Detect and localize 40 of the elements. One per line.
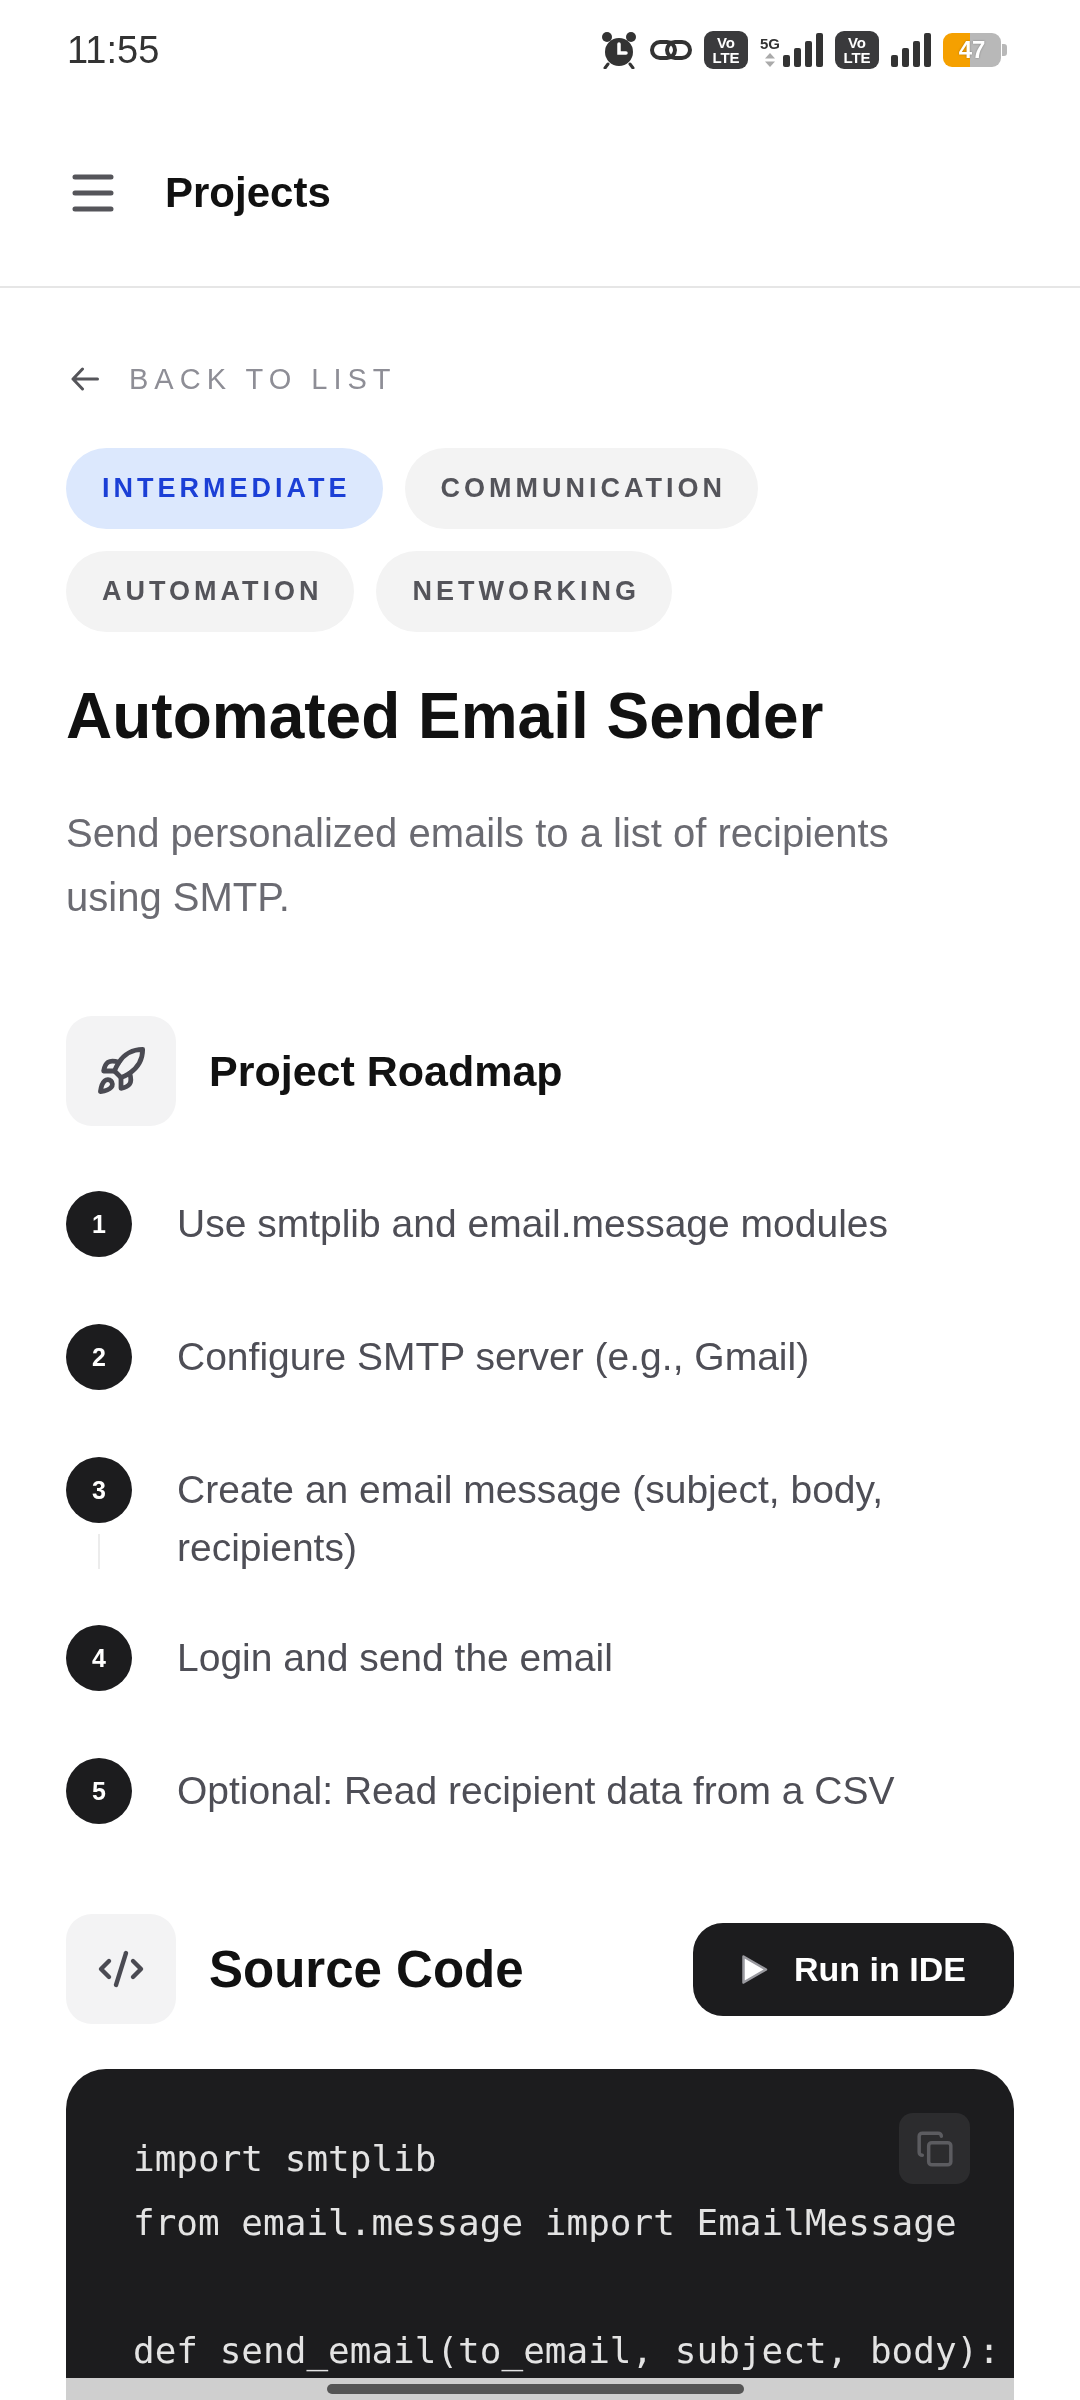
scrollbar-thumb[interactable] xyxy=(327,2384,744,2394)
step-number: 3 xyxy=(66,1457,132,1523)
step-number: 1 xyxy=(66,1191,132,1257)
alarm-clock-icon xyxy=(600,31,638,69)
tag-chip: COMMUNICATION xyxy=(404,448,758,529)
project-description: Send personalized emails to a list of recipients using SMTP. xyxy=(66,810,890,921)
status-time: 11:55 xyxy=(67,31,160,69)
code-line: import smtplib xyxy=(133,2137,437,2181)
step-number: 5 xyxy=(66,1758,132,1824)
project-title: Automated Email Sender xyxy=(66,679,825,754)
step-text: Configure SMTP server (e.g., Gmail) xyxy=(177,1334,810,1380)
code-line: def send_email(to_email, subject, body): xyxy=(133,2329,1000,2374)
run-in-ide-button[interactable]: Run in IDE xyxy=(693,1922,1014,2016)
copy-button[interactable] xyxy=(899,2113,970,2184)
app-bar-title: Projects xyxy=(165,169,331,217)
step-text: Optional: Read recipient data from a CSV xyxy=(177,1768,895,1814)
network-type-label: 5G xyxy=(760,36,780,51)
section-heading: Source Code xyxy=(209,1939,524,1999)
tag-chip: INTERMEDIATE xyxy=(66,448,383,529)
link-icon xyxy=(650,37,692,63)
data-arrows-icon xyxy=(765,53,775,67)
tag-chip: NETWORKING xyxy=(376,551,672,632)
section-heading: Project Roadmap xyxy=(209,1046,563,1096)
signal-icon xyxy=(783,33,823,67)
code-line: from email.message import EmailMessage xyxy=(133,2201,957,2245)
code-icon xyxy=(66,1914,176,2024)
play-icon xyxy=(741,1953,769,1985)
arrow-left-icon xyxy=(71,367,99,391)
step-text: Create an email message (subject, body, recipients) xyxy=(177,1467,884,1571)
step-text: Use smtplib and email.message modules xyxy=(177,1201,888,1247)
volte-indicator: Vo LTE xyxy=(704,31,748,69)
step-number: 2 xyxy=(66,1324,132,1390)
volte-indicator: Vo LTE xyxy=(835,31,879,69)
rocket-icon xyxy=(66,1016,176,1126)
tag-chip: AUTOMATION xyxy=(66,551,355,632)
menu-icon[interactable] xyxy=(72,174,114,212)
signal-icon xyxy=(891,33,931,67)
step-text: Login and send the email xyxy=(177,1635,613,1681)
copy-icon xyxy=(915,2129,954,2168)
step-number: 4 xyxy=(66,1625,132,1691)
